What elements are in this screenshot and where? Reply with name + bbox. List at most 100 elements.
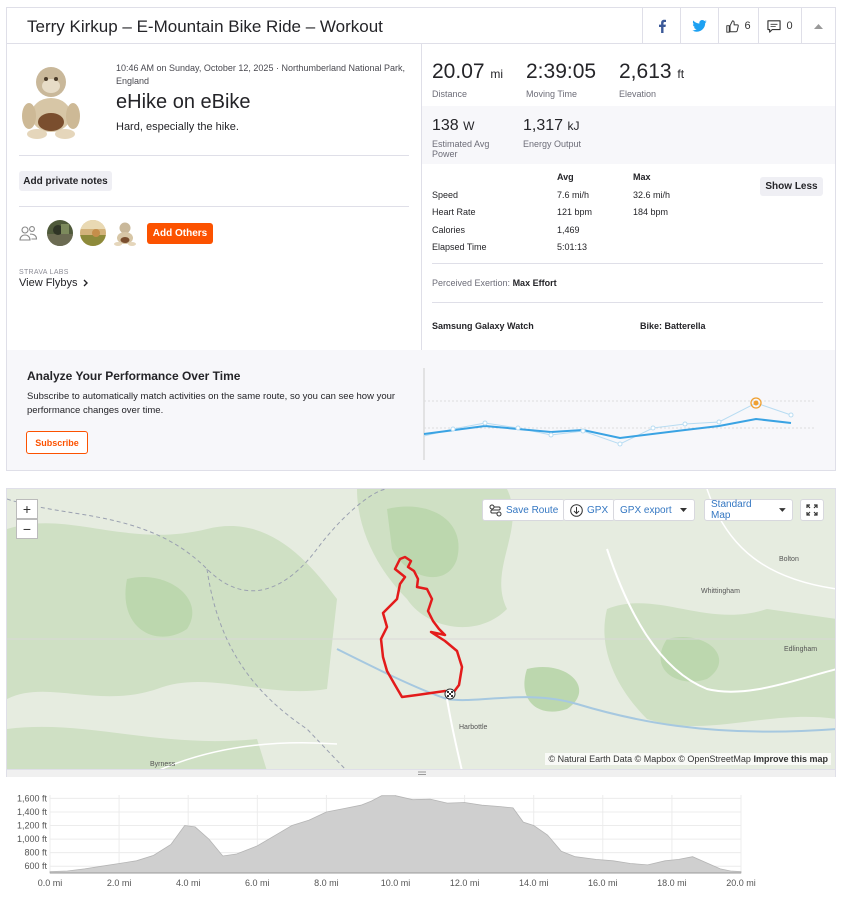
caret-down-icon bbox=[779, 508, 786, 512]
save-route-button[interactable]: Save Route bbox=[482, 499, 566, 521]
activity-description: Hard, especially the hike. bbox=[116, 121, 239, 133]
activity-summary: 10:46 AM on Sunday, October 12, 2025 · N… bbox=[7, 44, 422, 350]
elevation-label: Elevation bbox=[619, 89, 657, 99]
download-icon bbox=[570, 503, 583, 517]
x-tick-label: 20.0 mi bbox=[726, 878, 756, 888]
comments-button[interactable]: 0 bbox=[758, 8, 801, 44]
add-private-notes-button[interactable]: Add private notes bbox=[19, 171, 112, 191]
power-value: 138 bbox=[432, 117, 459, 134]
distance-unit: mi bbox=[490, 67, 504, 81]
zoom-in-button[interactable]: + bbox=[16, 499, 38, 519]
activity-card: Terry Kirkup – E-Mountain Bike Ride – Wo… bbox=[6, 7, 836, 471]
gpx-export-label: GPX export bbox=[620, 504, 672, 516]
gpx-export-dropdown[interactable]: GPX export bbox=[613, 499, 695, 521]
bike-label: Bike: bbox=[640, 321, 663, 331]
fullscreen-button[interactable] bbox=[800, 499, 824, 521]
row-label: Calories bbox=[432, 225, 466, 235]
group-icon bbox=[19, 226, 38, 241]
stat-power: 138 W bbox=[432, 117, 474, 135]
share-facebook-button[interactable] bbox=[642, 8, 680, 44]
collapse-button[interactable] bbox=[801, 8, 835, 44]
stat-distance: 20.07 mi bbox=[432, 60, 503, 84]
row-avg: 121 bpm bbox=[557, 207, 593, 217]
improve-map-link[interactable]: Improve this map bbox=[753, 754, 828, 764]
participant-avatar[interactable] bbox=[47, 220, 73, 246]
caret-up-icon bbox=[814, 24, 823, 29]
map-style-dropdown[interactable]: Standard Map bbox=[704, 499, 793, 521]
add-others-button[interactable]: Add Others bbox=[147, 223, 213, 244]
chevron-right-icon bbox=[83, 279, 89, 287]
participant-avatar[interactable] bbox=[80, 220, 106, 246]
energy-label: Energy Output bbox=[523, 139, 582, 149]
share-twitter-button[interactable] bbox=[680, 8, 718, 44]
elevation-chart[interactable]: 1,600 ft 1,400 ft 1,200 ft 1,000 ft 800 ft 60… bbox=[6, 777, 836, 897]
subscribe-button[interactable]: Subscribe bbox=[26, 431, 88, 454]
view-flybys-link[interactable]: View Flybys bbox=[19, 277, 89, 289]
x-tick-label: 2.0 mi bbox=[107, 878, 132, 888]
caret-down-icon bbox=[679, 508, 687, 512]
map-style-label: Standard Map bbox=[711, 499, 752, 521]
bike-value[interactable]: Batterella bbox=[665, 321, 706, 331]
map-place-label: Harbottle bbox=[459, 724, 488, 731]
gpx-label: GPX bbox=[587, 504, 609, 516]
drag-grip-icon bbox=[418, 771, 426, 775]
gpx-download-button[interactable]: GPX bbox=[563, 499, 616, 521]
x-tick-label: 4.0 mi bbox=[176, 878, 201, 888]
row-label: Elapsed Time bbox=[432, 242, 487, 252]
map-attribution: © Natural Earth Data © Mapbox © OpenStre… bbox=[545, 753, 831, 765]
device-name: Samsung Galaxy Watch bbox=[432, 321, 534, 331]
strava-labs-label: STRAVA LABS bbox=[19, 269, 69, 276]
activity-name: eHike on eBike bbox=[116, 91, 251, 113]
row-label: Speed bbox=[432, 190, 459, 200]
y-tick-label: 1,400 ft bbox=[17, 807, 48, 817]
athlete-avatar[interactable] bbox=[19, 60, 83, 140]
route-map[interactable]: Bolton Whittingham Edlingham Harbottle B… bbox=[6, 488, 836, 770]
elevation-area bbox=[49, 795, 742, 874]
row-avg: 5:01:13 bbox=[557, 242, 588, 252]
y-tick-label: 1,600 ft bbox=[17, 793, 48, 803]
y-tick-label: 600 ft bbox=[24, 861, 47, 871]
stat-energy: 1,317 kJ bbox=[523, 117, 580, 135]
show-less-button[interactable]: Show Less bbox=[760, 177, 823, 196]
map-place-label: Whittingham bbox=[701, 588, 740, 595]
x-tick-label: 18.0 mi bbox=[657, 878, 687, 888]
row-max: 184 bpm bbox=[633, 207, 669, 217]
divider bbox=[432, 302, 823, 303]
energy-value: 1,317 bbox=[523, 117, 564, 134]
elevation-unit: ft bbox=[677, 67, 685, 81]
fullscreen-icon bbox=[806, 504, 818, 516]
thumbs-up-icon bbox=[726, 19, 740, 33]
activity-stats: 20.07 mi Distance 2:39:05 Moving Time 2,… bbox=[422, 44, 835, 350]
x-tick-label: 10.0 mi bbox=[381, 878, 411, 888]
save-route-label: Save Route bbox=[506, 504, 559, 516]
performance-trend-graphic bbox=[423, 368, 815, 460]
distance-value: 20.07 bbox=[432, 60, 485, 83]
comment-icon bbox=[767, 19, 782, 33]
page-title: Terry Kirkup – E-Mountain Bike Ride – Wo… bbox=[27, 17, 383, 36]
perceived-exertion: Perceived Exertion: Max Effort bbox=[432, 278, 557, 288]
x-tick-label: 16.0 mi bbox=[588, 878, 618, 888]
activity-datetime-location: 10:46 AM on Sunday, October 12, 2025 · N… bbox=[116, 63, 406, 86]
map-place-label: Byrness bbox=[150, 761, 176, 768]
kudos-count: 6 bbox=[744, 20, 751, 32]
bike-info: Bike: Batterella bbox=[640, 321, 706, 331]
elevation-value: 2,613 bbox=[619, 60, 672, 83]
moving-time-value: 2:39:05 bbox=[526, 60, 597, 83]
zoom-out-button[interactable]: − bbox=[16, 519, 38, 539]
exertion-value: Max Effort bbox=[512, 278, 557, 288]
y-tick-label: 800 ft bbox=[24, 848, 47, 858]
divider bbox=[19, 206, 409, 207]
resize-handle[interactable] bbox=[6, 770, 836, 777]
twitter-icon bbox=[692, 20, 707, 32]
col-max-header: Max bbox=[633, 172, 651, 182]
moving-time-label: Moving Time bbox=[526, 89, 578, 99]
view-flybys-label: View Flybys bbox=[19, 277, 78, 289]
participant-avatar[interactable] bbox=[112, 220, 138, 246]
kudos-button[interactable]: 6 bbox=[718, 8, 758, 44]
attribution-text[interactable]: © Natural Earth Data © Mapbox © OpenStre… bbox=[548, 754, 751, 764]
energy-unit: kJ bbox=[567, 119, 580, 133]
x-tick-label: 6.0 mi bbox=[245, 878, 270, 888]
map-tiles[interactable]: Bolton Whittingham Edlingham Harbottle B… bbox=[7, 489, 836, 770]
activity-header: Terry Kirkup – E-Mountain Bike Ride – Wo… bbox=[7, 8, 835, 44]
x-tick-label: 12.0 mi bbox=[450, 878, 480, 888]
